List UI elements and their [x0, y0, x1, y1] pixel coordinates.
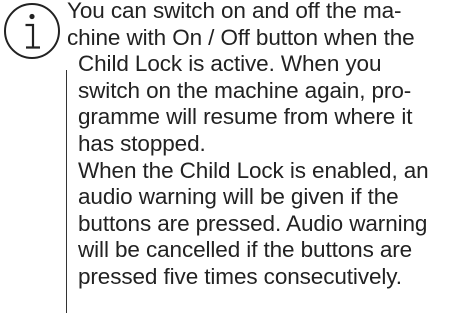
note-line: will be cancelled if the buttons are [78, 237, 413, 263]
note-text: You can switch on and off the ma- chine … [67, 0, 452, 291]
info-note: You can switch on and off the ma- chine … [0, 0, 454, 313]
note-line: pressed five times consecutively. [78, 263, 402, 289]
note-line: switch on the machine again, pro- [78, 77, 412, 103]
note-line: has stopped. [78, 130, 206, 156]
note-line: audio warning will be given if the [78, 184, 399, 210]
note-line: You can switch on and off the ma- [67, 0, 402, 23]
note-line: gramme will resume from where it [78, 104, 413, 130]
note-line: buttons are pressed. Audio warning [78, 210, 428, 236]
note-line: chine with On / Off button when the [67, 24, 415, 50]
note-line: When the Child Lock is enabled, an [78, 157, 429, 183]
info-icon [4, 3, 60, 59]
note-line: Child Lock is active. When you [78, 51, 382, 77]
